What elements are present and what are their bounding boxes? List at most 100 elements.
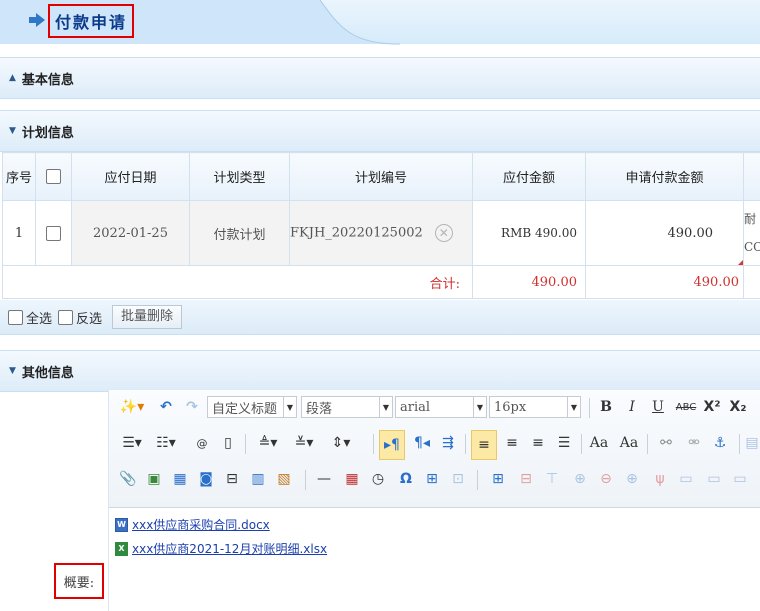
cell-due-date: 2022-01-25 xyxy=(71,200,190,266)
font-select-value: arial xyxy=(400,399,431,415)
redo-icon[interactable]: ↷ xyxy=(181,396,203,418)
strikethrough-icon[interactable]: ABC xyxy=(673,396,699,418)
to-lowercase-icon[interactable]: Aa xyxy=(617,432,641,454)
insert-frame-icon[interactable]: ▥ xyxy=(247,468,269,490)
ordered-list-icon[interactable]: ☰▾ xyxy=(117,432,147,454)
apply-amount-input[interactable]: 490.00 xyxy=(668,226,714,241)
col-header-plan-no: 计划编号 xyxy=(289,152,473,201)
row-checkbox[interactable] xyxy=(46,225,61,241)
triangle-up-icon: ▲ xyxy=(9,73,16,83)
attachment-docx-name[interactable]: xxx供应商采购合同.docx xyxy=(132,516,270,533)
delete-col-icon[interactable]: ψ xyxy=(649,468,671,490)
horizontal-rule-icon[interactable]: — xyxy=(313,468,335,490)
section-plan-info[interactable]: ▼ 计划信息 xyxy=(0,110,760,152)
cell-plan-no: FKJH_20220125002 ✕ xyxy=(289,200,473,266)
toolbar-separator xyxy=(305,470,306,490)
dropdown-arrow-icon: ▼ xyxy=(473,397,486,417)
clear-icon[interactable]: ✕ xyxy=(434,224,453,242)
insert-image-icon[interactable]: ▦ xyxy=(169,468,191,490)
insert-row-icon[interactable]: ⊕ xyxy=(569,468,591,490)
delete-table-icon[interactable]: ⊟ xyxy=(515,468,537,490)
merge-right-icon[interactable]: ▭ xyxy=(703,468,725,490)
to-uppercase-icon[interactable]: Aa xyxy=(587,432,611,454)
batch-delete-button[interactable]: 批量删除 xyxy=(112,305,183,329)
size-select[interactable]: 16px ▼ xyxy=(489,396,581,418)
scrawl-icon[interactable]: ⊡ xyxy=(447,468,469,490)
snapscreen-icon[interactable]: ⊞ xyxy=(421,468,443,490)
paragraph-select[interactable]: 段落 ▼ xyxy=(301,396,393,418)
anchor-icon[interactable]: ⚓ xyxy=(709,432,731,454)
undo-icon[interactable]: ↶ xyxy=(155,396,177,418)
indent-icon[interactable]: ⇶ xyxy=(437,432,459,454)
italic-icon[interactable]: I xyxy=(621,396,643,418)
font-select[interactable]: arial ▼ xyxy=(395,396,487,418)
special-char-icon[interactable]: Ω xyxy=(395,468,417,490)
sum-extra xyxy=(743,265,760,299)
heading-select[interactable]: 自定义标题 ▼ xyxy=(207,396,297,418)
select-all-label[interactable]: 全选 xyxy=(26,308,52,327)
ltr-direction-icon[interactable]: ▸¶ xyxy=(379,430,405,460)
section-title: 其他信息 xyxy=(21,365,74,381)
date-icon[interactable]: ▦ xyxy=(341,468,363,490)
invert-label[interactable]: 反选 xyxy=(76,308,102,327)
attachment-icon[interactable]: 📎 xyxy=(117,468,139,490)
attachment-link-xlsx[interactable]: X xxx供应商2021-12月对账明细.xlsx xyxy=(115,540,327,557)
table-row: 1 2022-01-25 付款计划 FKJH_20220125002 ✕ RMB … xyxy=(2,200,760,266)
underline-icon[interactable]: U xyxy=(647,396,669,418)
insert-paragraph-before-table-icon[interactable]: ⊤ xyxy=(541,468,563,490)
sum-label-cell: 合计: xyxy=(2,265,473,299)
col-header-checkbox[interactable] xyxy=(35,152,72,201)
page-icon[interactable]: ▯ xyxy=(219,432,237,454)
heading-select-value: 自定义标题 xyxy=(212,401,278,417)
cell-apply-amount[interactable]: 490.00 xyxy=(585,200,744,266)
attachment-link-docx[interactable]: W xxx供应商采购合同.docx xyxy=(115,516,270,533)
template-icon[interactable]: ▧ xyxy=(273,468,295,490)
align-left-icon[interactable]: ≡ xyxy=(471,430,497,460)
bold-icon[interactable]: B xyxy=(595,396,617,418)
section-title: 计划信息 xyxy=(21,125,74,141)
time-icon[interactable]: ◷ xyxy=(367,468,389,490)
col-header-apply-amount: 申请付款金额 xyxy=(585,152,744,201)
superscript-icon[interactable]: X² xyxy=(701,396,723,418)
link-icon[interactable]: ⚯ xyxy=(655,432,677,454)
paragraph-select-value: 段落 xyxy=(306,401,333,417)
insert-video-icon[interactable]: ◙ xyxy=(195,468,217,490)
cell-cut: 耐 CO xyxy=(743,200,760,266)
align-justify-icon[interactable]: ☰ xyxy=(553,432,575,454)
rtl-direction-icon[interactable]: ¶◂ xyxy=(411,432,433,454)
toolbar-separator xyxy=(589,398,590,418)
page-break-icon[interactable]: ⊟ xyxy=(221,468,243,490)
line-height-icon[interactable]: ⇕▾ xyxy=(325,432,357,454)
summary-label: 概要: xyxy=(54,563,104,599)
insert-table-icon[interactable]: ⊞ xyxy=(487,468,509,490)
select-all-checkbox[interactable] xyxy=(8,309,23,325)
section-basic-info[interactable]: ▲ 基本信息 xyxy=(0,57,760,99)
section-other-info[interactable]: ▼ 其他信息 xyxy=(0,350,760,392)
subscript-icon[interactable]: X₂ xyxy=(727,396,749,418)
toolbar-separator xyxy=(581,434,582,454)
attachment-xlsx-name[interactable]: xxx供应商2021-12月对账明细.xlsx xyxy=(132,540,327,557)
dropdown-arrow-icon: ▼ xyxy=(283,397,296,417)
header-checkbox[interactable] xyxy=(46,169,61,184)
row-spacing-bottom-icon[interactable]: ≚▾ xyxy=(289,432,319,454)
toolbar-separator xyxy=(465,434,466,454)
editor-toolbar: ✨▾ ↶ ↷ 自定义标题 ▼ 段落 ▼ arial ▼ 16px ▼ B I U ABC… xyxy=(109,390,760,508)
merge-cells-icon[interactable]: ▭ xyxy=(675,468,697,490)
insert-col-icon[interactable]: ⊕ xyxy=(621,468,643,490)
magic-wand-icon[interactable]: ✨▾ xyxy=(117,396,147,418)
sum-apply: 490.00 xyxy=(585,265,744,299)
unlink-icon[interactable]: ⚮ xyxy=(683,432,705,454)
font-family-icon[interactable]: @ xyxy=(193,432,211,454)
image-icon[interactable]: ▣ xyxy=(143,468,165,490)
invert-checkbox[interactable] xyxy=(58,309,74,325)
toolbar-separator xyxy=(647,434,648,454)
col-header-due-date: 应付日期 xyxy=(71,152,190,201)
image-float-icon[interactable]: ▤ xyxy=(745,432,759,454)
merge-down-icon[interactable]: ▭ xyxy=(729,468,751,490)
align-right-icon[interactable]: ≡ xyxy=(527,432,549,454)
row-spacing-top-icon[interactable]: ≜▾ xyxy=(253,432,283,454)
delete-row-icon[interactable]: ⊖ xyxy=(595,468,617,490)
unordered-list-icon[interactable]: ☷▾ xyxy=(151,432,181,454)
align-center-icon[interactable]: ≡ xyxy=(501,432,523,454)
cell-checkbox[interactable] xyxy=(35,200,72,266)
